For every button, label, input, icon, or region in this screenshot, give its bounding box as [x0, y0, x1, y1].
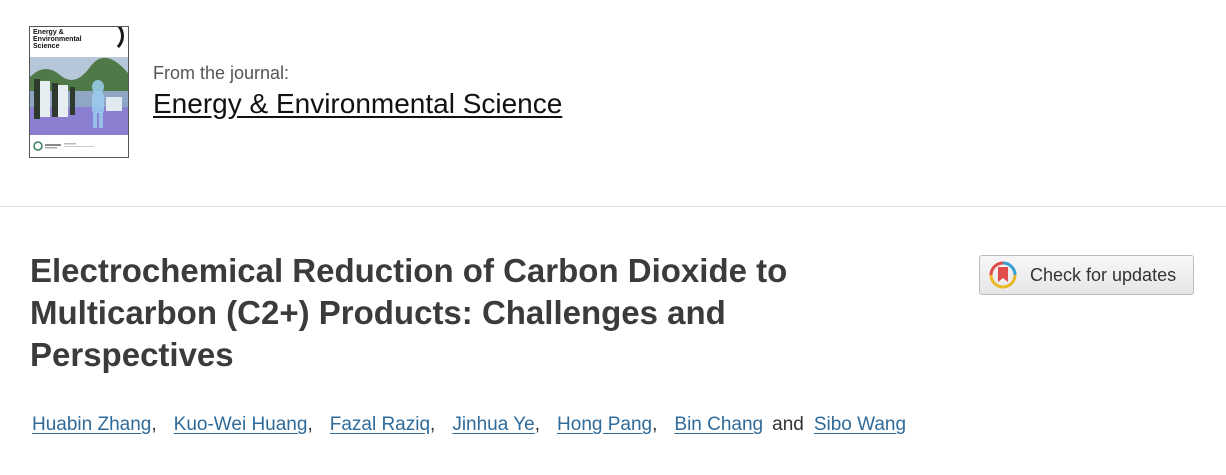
- journal-cover-image[interactable]: Energy & Environmental Science: [29, 26, 129, 158]
- article-title: Electrochemical Reduction of Carbon Diox…: [30, 252, 788, 373]
- author-separator: ,: [430, 414, 436, 435]
- author-separator: ,: [534, 414, 541, 435]
- check-for-updates-button[interactable]: Check for updates: [979, 255, 1194, 295]
- from-journal-label: From the journal:: [153, 63, 290, 83]
- author-link[interactable]: Jinhua Ye: [452, 414, 534, 435]
- cover-footer: [30, 135, 128, 157]
- author-link[interactable]: Fazal Raziq: [330, 414, 430, 435]
- author-separator: ,: [307, 414, 313, 435]
- cover-swirl-icon: [90, 27, 124, 53]
- author-link[interactable]: Hong Pang: [557, 414, 652, 435]
- cover-artwork: [30, 57, 128, 135]
- check-for-updates-label: Check for updates: [1030, 264, 1177, 285]
- author-conjunction: and: [772, 414, 804, 435]
- author-separator: ,: [652, 414, 658, 435]
- author-link[interactable]: Kuo-Wei Huang: [174, 414, 308, 435]
- journal-name-link[interactable]: Energy & Environmental Science: [153, 88, 562, 120]
- author-link[interactable]: Bin Chang: [674, 414, 763, 435]
- crossmark-icon: [989, 261, 1017, 289]
- cover-title: Energy & Environmental Science: [33, 29, 82, 50]
- author-separator: ,: [151, 414, 157, 435]
- cover-header: Energy & Environmental Science: [30, 27, 128, 57]
- author-link[interactable]: Sibo Wang: [814, 414, 906, 435]
- publisher-logo-icon: [33, 141, 94, 151]
- author-list: Huabin Zhang, Kuo-Wei Huang, Fazal Raziq, J…: [32, 414, 906, 436]
- author-link[interactable]: Huabin Zhang: [32, 414, 151, 435]
- journal-header: Energy & Environmental Science From the …: [0, 0, 1226, 207]
